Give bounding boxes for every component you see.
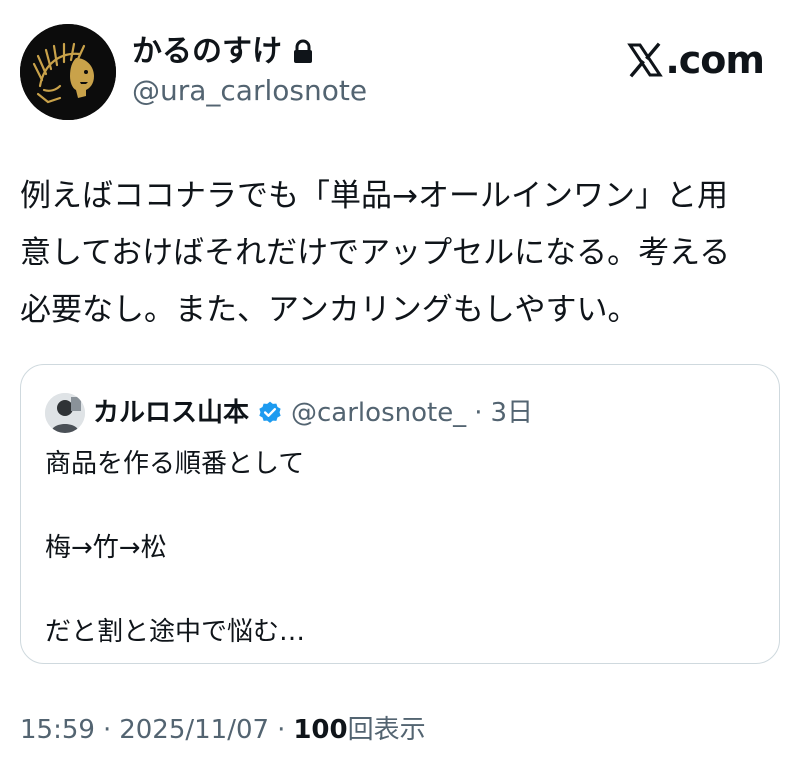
quoted-author-handle[interactable]: @carlosnote_ bbox=[291, 397, 466, 429]
author-name[interactable]: かるのすけ bbox=[132, 34, 282, 70]
meta-separator: · bbox=[102, 715, 112, 745]
quoted-tweet-card[interactable]: カルロス山本 @carlosnote_ · 3日 商品を作る順番として 梅→竹→… bbox=[20, 364, 780, 664]
meta-separator: · bbox=[277, 715, 286, 745]
author-name-row: かるのすけ bbox=[132, 34, 314, 70]
quoted-author-avatar[interactable] bbox=[45, 393, 85, 433]
quoted-separator: · bbox=[474, 398, 483, 428]
verified-badge-icon bbox=[259, 401, 281, 423]
tweet-time[interactable]: 15:59 bbox=[20, 712, 95, 748]
quoted-tweet-text: 商品を作る順番として 梅→竹→松 だと割と途中で悩む… bbox=[45, 449, 306, 647]
author-avatar[interactable] bbox=[20, 24, 116, 120]
x-com-logo[interactable]: .com bbox=[627, 38, 765, 82]
tweet-meta-row: 15:59 · 2025/11/07 · 100回表示 bbox=[20, 712, 426, 748]
lock-icon bbox=[294, 39, 312, 63]
view-count-label: 回表示 bbox=[347, 715, 426, 745]
quoted-author-name[interactable]: カルロス山本 bbox=[93, 397, 249, 429]
quoted-tweet-date[interactable]: 3日 bbox=[490, 397, 533, 429]
view-count: 100 bbox=[293, 715, 348, 745]
person-photo-icon bbox=[45, 393, 85, 433]
author-handle[interactable]: @ura_carlosnote bbox=[132, 74, 367, 108]
x-logo-icon bbox=[627, 42, 664, 78]
headdress-logo-icon bbox=[20, 24, 116, 120]
quoted-tweet-header: カルロス山本 @carlosnote_ · 3日 bbox=[45, 393, 533, 433]
tweet-text: 例えばココナラでも「単品→オールインワン」と用 意しておけばそれだけでアップセル… bbox=[20, 178, 731, 328]
x-com-text: .com bbox=[665, 38, 765, 82]
tweet-date[interactable]: 2025/11/07 bbox=[119, 712, 269, 748]
